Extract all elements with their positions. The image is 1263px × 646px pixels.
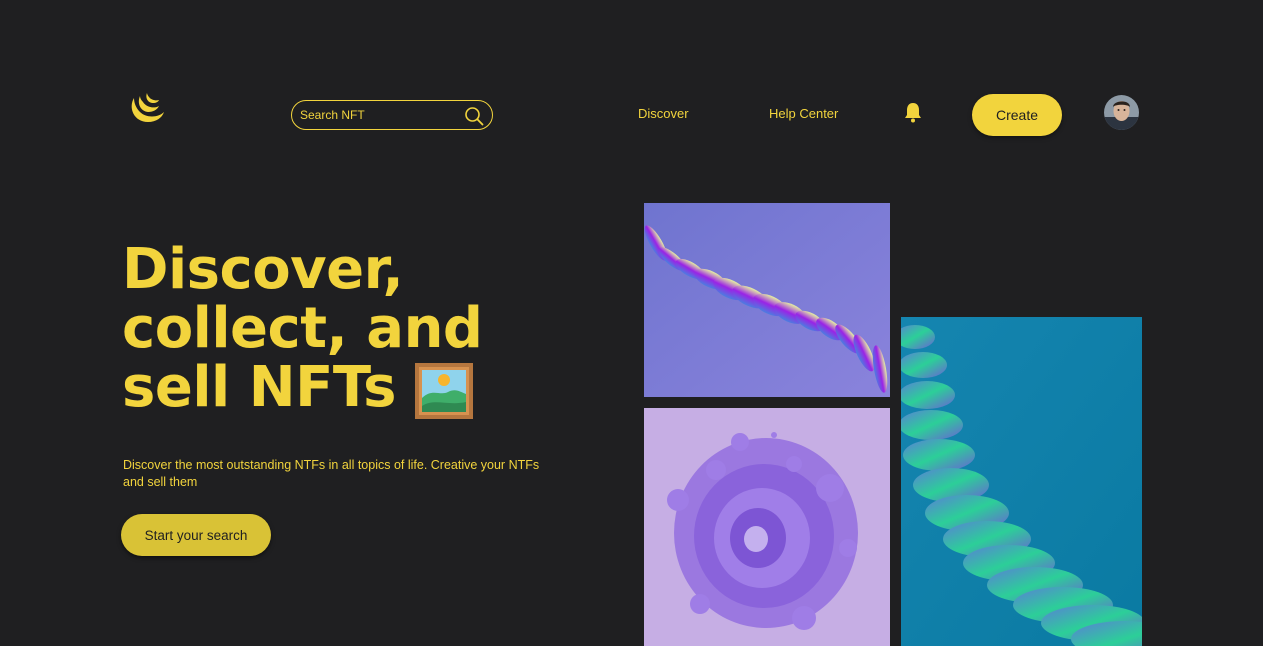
nft-artwork-wave[interactable] <box>901 317 1142 646</box>
hero-title: Discover, collect, and sell NFTs <box>122 240 483 420</box>
hero-title-line: sell NFTs <box>122 355 396 420</box>
hero-title-line: collect, and <box>122 296 483 361</box>
search-box <box>291 100 493 130</box>
hero-title-line: Discover, <box>122 237 404 302</box>
search-icon[interactable] <box>464 106 484 126</box>
nav-help-center-link[interactable]: Help Center <box>769 106 838 121</box>
framed-picture-icon <box>414 362 474 420</box>
create-button[interactable]: Create <box>972 94 1062 136</box>
avatar[interactable] <box>1104 95 1139 130</box>
hero-subtitle: Discover the most outstanding NTFs in al… <box>123 458 540 489</box>
bell-icon[interactable] <box>903 101 923 123</box>
nft-artwork-ribbon[interactable] <box>644 203 890 397</box>
nft-artwork-spiral[interactable] <box>644 408 890 646</box>
start-search-button[interactable]: Start your search <box>121 514 271 556</box>
nav-discover-link[interactable]: Discover <box>638 106 689 121</box>
search-input[interactable] <box>300 108 460 122</box>
crescent-moon-logo[interactable] <box>126 90 168 126</box>
